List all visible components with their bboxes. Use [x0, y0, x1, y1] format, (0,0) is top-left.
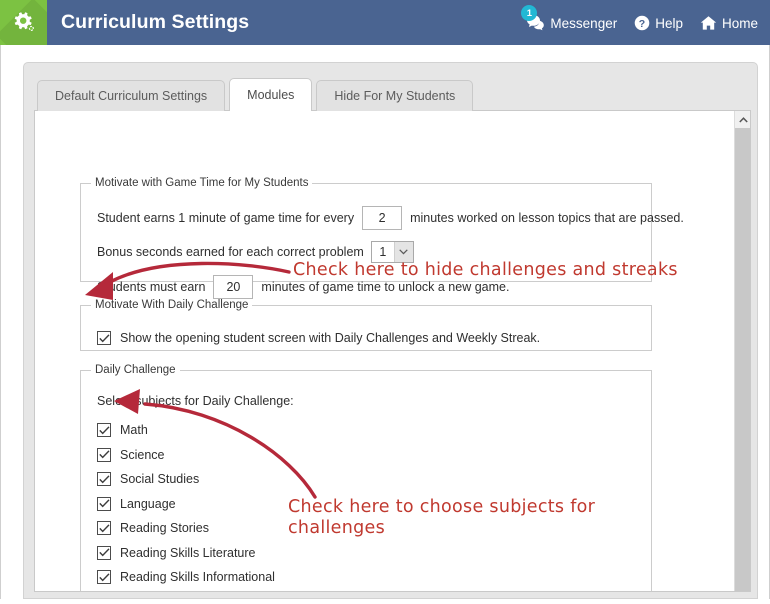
group-legend-daily-challenge: Daily Challenge — [95, 364, 176, 376]
messenger-icon-wrap: 1 — [521, 5, 545, 31]
checkbox-box — [97, 545, 111, 560]
gears-icon — [14, 11, 34, 31]
subject-checkbox-science[interactable]: Science — [97, 443, 275, 468]
subject-label: Reading Skills Literature — [120, 545, 256, 560]
page-frame: Default Curriculum Settings Modules Hide… — [0, 45, 770, 599]
subject-checkbox-reading-skills-literature[interactable]: Reading Skills Literature — [97, 541, 275, 566]
svg-text:?: ? — [639, 18, 645, 30]
select-subjects-label: Select subjects for Daily Challenge: — [97, 394, 294, 408]
header-item-label-home: Home — [721, 15, 758, 31]
checkbox-box — [97, 331, 111, 345]
tab-bar: Default Curriculum Settings Modules Hide… — [37, 78, 477, 111]
check-icon — [98, 450, 110, 459]
subject-label: Language — [120, 496, 176, 511]
minutes-per-game-minute-input[interactable]: 2 — [362, 206, 403, 230]
game-time-row-3: Students must earn 20 minutes of game ti… — [97, 275, 509, 299]
tab-modules[interactable]: Modules — [229, 78, 313, 111]
check-icon — [98, 524, 110, 533]
group-motivate-game-time: Motivate with Game Time for My Students … — [80, 177, 684, 299]
checkbox-box — [97, 521, 111, 536]
check-icon — [98, 573, 110, 582]
header-item-label-messenger: Messenger — [550, 15, 618, 31]
chevron-up-icon — [738, 116, 748, 123]
group-daily-challenge-subjects: Daily Challenge Select subjects for Dail… — [80, 364, 652, 592]
page-title: Curriculum Settings — [61, 11, 250, 33]
subject-label: Social Studies — [120, 472, 200, 487]
subject-label: Reading Skills Informational — [120, 570, 275, 585]
group-motivate-daily-challenge: Motivate With Daily Challenge Show the o… — [80, 299, 652, 351]
subject-checkbox-reading-skills-informational[interactable]: Reading Skills Informational — [97, 565, 275, 590]
tab-default-curriculum-settings[interactable]: Default Curriculum Settings — [37, 80, 226, 111]
check-icon — [98, 475, 110, 484]
subject-checkbox-language[interactable]: Language — [97, 492, 275, 517]
header-item-label-help: Help — [655, 15, 683, 31]
app-header: Curriculum Settings 1 Messenger ? Help H… — [0, 0, 770, 45]
tab-content-inner: Motivate with Game Time for My Students … — [35, 111, 735, 592]
checkbox-box — [97, 496, 111, 511]
header-actions: 1 Messenger ? Help Home — [521, 5, 770, 31]
subject-label: Math — [120, 423, 148, 438]
group-legend-daily-challenge-toggle: Motivate With Daily Challenge — [95, 299, 249, 311]
content-scrollbar[interactable] — [734, 111, 750, 591]
subject-checkbox-reading-stories[interactable]: Reading Stories — [97, 516, 275, 541]
header-item-messenger[interactable]: 1 Messenger — [521, 5, 618, 31]
scrollbar-thumb[interactable] — [735, 128, 750, 591]
checkbox-box — [97, 423, 111, 438]
header-item-help[interactable]: ? Help — [634, 15, 683, 31]
game-time-row3-pre: Students must earn — [97, 280, 206, 294]
check-icon — [98, 548, 110, 557]
subject-checkbox-writing-workshop[interactable]: Writing Workshop — [97, 590, 275, 592]
bonus-seconds-label: Bonus seconds earned for each correct pr… — [97, 245, 364, 259]
scroll-up-button[interactable] — [735, 111, 750, 128]
game-time-row-1: Student earns 1 minute of game time for … — [97, 206, 684, 230]
home-icon — [700, 15, 717, 30]
game-time-row1-pre: Student earns 1 minute of game time for … — [97, 211, 355, 225]
help-icon: ? — [634, 15, 650, 30]
game-time-row1-post: minutes worked on lesson topics that are… — [410, 211, 684, 225]
show-opening-student-screen-checkbox[interactable]: Show the opening student screen with Dai… — [97, 331, 540, 345]
settings-panel: Default Curriculum Settings Modules Hide… — [23, 62, 758, 599]
minutes-to-unlock-game-input[interactable]: 20 — [213, 275, 254, 299]
checkbox-box — [97, 472, 111, 487]
game-time-row-2: Bonus seconds earned for each correct pr… — [97, 241, 414, 263]
checkbox-box — [97, 570, 111, 585]
check-icon — [98, 499, 110, 508]
show-opening-student-screen-label: Show the opening student screen with Dai… — [120, 331, 541, 345]
tab-hide-for-my-students[interactable]: Hide For My Students — [316, 80, 474, 111]
subject-checkbox-social-studies[interactable]: Social Studies — [97, 467, 275, 492]
header-item-home[interactable]: Home — [700, 15, 758, 31]
chevron-down-icon — [393, 242, 413, 262]
game-time-row3-post: minutes of game time to unlock a new gam… — [261, 280, 510, 294]
subject-checkbox-math[interactable]: Math — [97, 418, 275, 443]
checkbox-box — [97, 447, 111, 462]
check-icon — [98, 426, 110, 435]
subject-checkbox-list: Math Science Social Studies Language Rea… — [97, 418, 275, 592]
bonus-seconds-value: 1 — [379, 245, 387, 259]
tab-content-panel: Motivate with Game Time for My Students … — [34, 110, 751, 592]
check-icon — [98, 333, 110, 342]
subject-label: Science — [120, 447, 165, 462]
app-logo — [0, 0, 47, 45]
subject-label: Reading Stories — [120, 521, 209, 536]
bonus-seconds-select[interactable]: 1 — [370, 241, 414, 263]
group-legend-game-time: Motivate with Game Time for My Students — [95, 177, 309, 189]
